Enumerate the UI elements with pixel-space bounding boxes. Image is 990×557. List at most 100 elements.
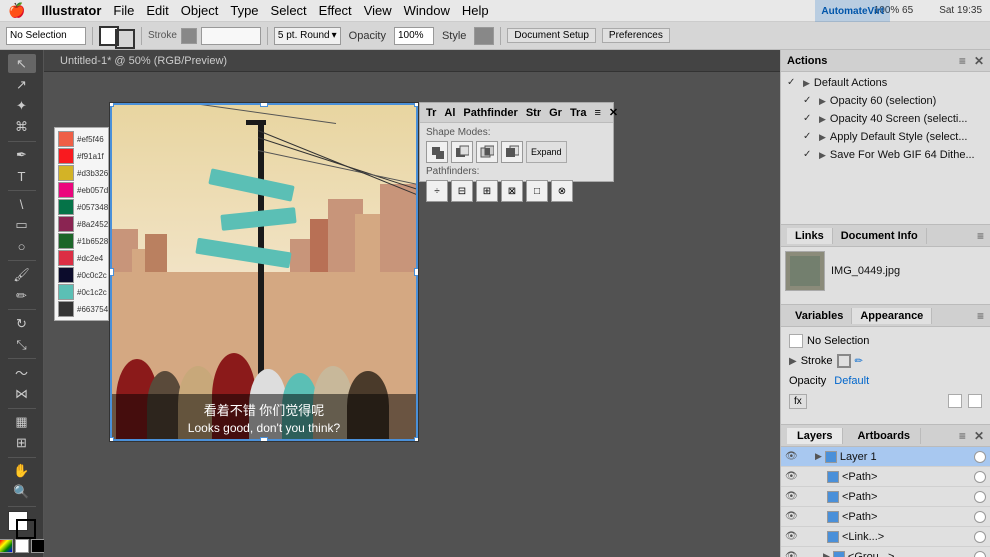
stroke-color-chip[interactable] [837, 354, 851, 368]
pf-tab-pathfinder[interactable]: Pathfinder [463, 107, 517, 119]
layer-row-link[interactable]: 👁 <Link...> [781, 527, 990, 547]
actions-menu-icon[interactable]: ≡ [959, 54, 966, 68]
menu-file[interactable]: File [113, 3, 134, 18]
layer-circle-0[interactable] [974, 451, 986, 463]
style-box[interactable] [474, 27, 494, 45]
stroke-color[interactable] [181, 28, 197, 44]
exclude-btn[interactable] [501, 141, 523, 163]
action-expand-1[interactable]: ▶ [819, 96, 826, 107]
action-row-3[interactable]: ✓ ▶ Save For Web GIF 64 Dithe... [783, 146, 988, 164]
doc-info-tab[interactable]: Document Info [833, 228, 927, 244]
layer-row-path1[interactable]: 👁 <Path> [781, 467, 990, 487]
scale-tool[interactable]: ⤡ [8, 335, 36, 354]
action-row-0[interactable]: ✓ ▶ Opacity 60 (selection) [783, 92, 988, 110]
layer-row-group1[interactable]: 👁 ▶ <Grou...> [781, 547, 990, 557]
layer-circle-1[interactable] [974, 471, 986, 483]
artboard-tool[interactable]: ⊞ [8, 434, 36, 453]
action-expand-4[interactable]: ▶ [819, 150, 826, 161]
artboard-area[interactable]: #ef5f46 #f91a1f #d3b326 #eb057d #057348 [44, 72, 780, 557]
stroke-edit-icon[interactable]: ✏ [855, 356, 863, 367]
layer-circle-5[interactable] [974, 551, 986, 557]
layer-eye-3[interactable]: 👁 [785, 511, 797, 522]
layers-close-icon[interactable]: ✕ [974, 429, 984, 443]
brush-dropdown[interactable]: 5 pt. Round ▾ [274, 27, 341, 45]
preferences-button[interactable]: Preferences [602, 28, 670, 43]
layer-row-path3[interactable]: 👁 <Path> [781, 507, 990, 527]
layer-row-path2[interactable]: 👁 <Path> [781, 487, 990, 507]
menu-view[interactable]: View [364, 3, 392, 18]
expand-icon[interactable]: ▶ [789, 356, 797, 367]
swatch-color-6[interactable] [58, 233, 74, 249]
menu-effect[interactable]: Effect [319, 3, 352, 18]
swatch-color-2[interactable] [58, 165, 74, 181]
swatch-color-3[interactable] [58, 182, 74, 198]
swatch-color-8[interactable] [58, 267, 74, 283]
swatch-color-4[interactable] [58, 199, 74, 215]
handle-bm[interactable] [260, 437, 268, 442]
variables-tab[interactable]: Variables [787, 308, 852, 324]
rotate-tool[interactable]: ↻ [8, 314, 36, 333]
handle-ml[interactable] [109, 268, 114, 276]
menu-edit[interactable]: Edit [146, 3, 168, 18]
swatch-color-1[interactable] [58, 148, 74, 164]
swatch-color-9[interactable] [58, 284, 74, 300]
handle-br[interactable] [414, 437, 419, 442]
menu-object[interactable]: Object [181, 3, 219, 18]
merge-btn[interactable]: ⊞ [476, 180, 498, 202]
swatch-color-7[interactable] [58, 250, 74, 266]
stroke-indicator[interactable] [115, 29, 135, 49]
appearance-menu-icon[interactable]: ≡ [977, 309, 984, 323]
layer-eye-5[interactable]: 👁 [785, 551, 797, 557]
outline-btn[interactable]: □ [526, 180, 548, 202]
layers-tab[interactable]: Layers [787, 428, 843, 444]
color-mode[interactable] [0, 539, 13, 553]
stroke-color-box[interactable] [201, 27, 261, 45]
layer-circle-2[interactable] [974, 491, 986, 503]
selection-tool[interactable]: ↖ [8, 54, 36, 73]
fx-button[interactable]: fx [789, 394, 807, 409]
layer-eye-4[interactable]: 👁 [785, 531, 797, 542]
menu-select[interactable]: Select [271, 3, 307, 18]
paintbrush-tool[interactable]: 🖌 [8, 265, 36, 284]
pathfinder-menu[interactable]: ≡ [594, 107, 600, 119]
apple-icon[interactable]: 🍎 [8, 2, 25, 19]
action-row-1[interactable]: ✓ ▶ Opacity 40 Screen (selecti... [783, 110, 988, 128]
pencil-tool[interactable]: ✏ [8, 286, 36, 305]
layer-expand-0[interactable]: ▶ [815, 451, 822, 462]
handle-tm[interactable] [260, 102, 268, 107]
fill-stroke-selector[interactable] [8, 511, 36, 533]
direct-select-tool[interactable]: ↗ [8, 75, 36, 94]
divide-btn[interactable]: ÷ [426, 180, 448, 202]
delete-effect-btn[interactable] [968, 394, 982, 408]
layer-eye-2[interactable]: 👁 [785, 491, 797, 502]
crop-btn[interactable]: ⊠ [501, 180, 523, 202]
rect-tool[interactable]: ▭ [8, 216, 36, 235]
pf-tab-al[interactable]: Al [444, 107, 455, 119]
action-expand-2[interactable]: ▶ [819, 114, 826, 125]
column-graph-tool[interactable]: ▦ [8, 412, 36, 431]
type-tool[interactable]: T [8, 167, 36, 186]
links-tab[interactable]: Links [787, 228, 833, 244]
opacity-value-link[interactable]: Default [834, 375, 869, 387]
ellipse-tool[interactable]: ○ [8, 237, 36, 256]
menu-window[interactable]: Window [404, 3, 450, 18]
action-row-default[interactable]: ✓ ▶ Default Actions [783, 74, 988, 92]
action-expand-0[interactable]: ▶ [803, 78, 810, 89]
handle-mr[interactable] [414, 268, 419, 276]
links-menu-icon[interactable]: ≡ [977, 229, 984, 243]
xor-btn[interactable]: ⊗ [551, 180, 573, 202]
zoom-tool[interactable]: 🔍 [8, 483, 36, 502]
expand-button[interactable]: Expand [526, 141, 567, 163]
pen-tool[interactable]: ✒ [8, 145, 36, 164]
action-expand-3[interactable]: ▶ [819, 132, 826, 143]
artboard[interactable]: 看着不错 你们觉得呢 Looks good, don't you think? [109, 102, 419, 442]
white-mode[interactable] [15, 539, 29, 553]
menu-help[interactable]: Help [462, 3, 489, 18]
unite-btn[interactable] [426, 141, 448, 163]
trim-btn[interactable]: ⊟ [451, 180, 473, 202]
pf-tab-gr[interactable]: Gr [549, 107, 562, 119]
blend-tool[interactable]: ⋈ [8, 384, 36, 403]
pf-tab-tr[interactable]: Tr [426, 107, 436, 119]
handle-tl[interactable] [109, 102, 114, 107]
pf-tab-tra[interactable]: Tra [570, 107, 587, 119]
